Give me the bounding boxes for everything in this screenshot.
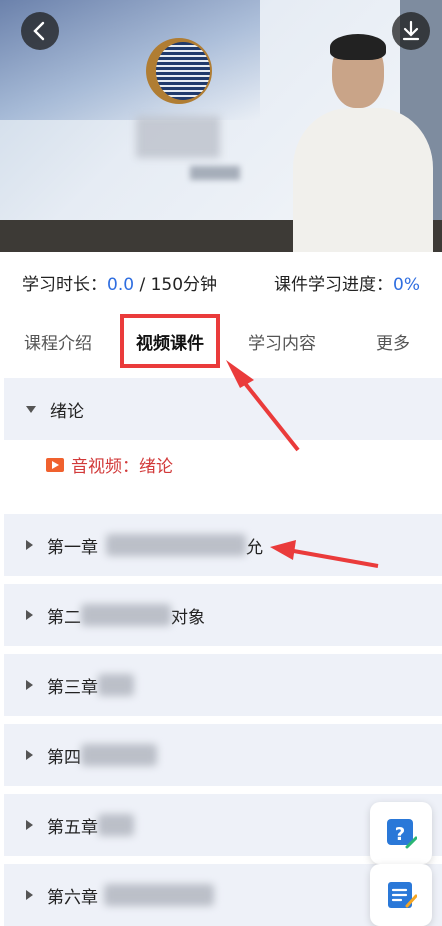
svg-text:?: ? [395, 824, 405, 845]
caret-right-icon [26, 540, 33, 550]
notes-icon [388, 882, 417, 908]
download-button[interactable] [392, 12, 430, 50]
redacted-text [106, 534, 246, 556]
tab-study-content[interactable]: 学习内容 [248, 316, 316, 372]
download-icon [402, 20, 420, 41]
section-chapter-3[interactable]: 第三章 [4, 654, 442, 716]
caret-right-icon [26, 680, 33, 690]
redacted-text [81, 744, 157, 766]
lecturer [285, 34, 442, 252]
ask-question-button[interactable]: ? [370, 802, 432, 864]
section-chapter-2[interactable]: 第二 对象 [4, 584, 442, 646]
study-stats: 学习时长：0.0 / 150分钟 课件学习进度：0% [0, 252, 442, 312]
tab-more[interactable]: 更多 [376, 316, 410, 372]
redacted-text [104, 884, 214, 906]
notes-button[interactable] [370, 864, 432, 926]
study-time: 学习时长：0.0 / 150分钟 [22, 274, 218, 295]
section-intro[interactable]: 绪论 [4, 378, 442, 440]
video-icon [46, 457, 64, 472]
back-button[interactable] [21, 12, 59, 50]
section-chapter-4[interactable]: 第四 [4, 724, 442, 786]
redacted-text [98, 674, 134, 696]
caret-right-icon [26, 820, 33, 830]
caret-right-icon [26, 610, 33, 620]
chevron-left-icon [33, 21, 45, 41]
section-chapter-1[interactable]: 第一章 允 [4, 514, 442, 576]
caret-right-icon [26, 750, 33, 760]
video-player[interactable] [0, 0, 442, 252]
tab-bar: 课程介绍 视频课件 学习内容 更多 [0, 316, 442, 372]
question-icon: ? [387, 819, 417, 849]
courseware-progress: 课件学习进度：0% [274, 274, 420, 295]
redacted-text [81, 604, 171, 626]
tab-course-intro[interactable]: 课程介绍 [24, 316, 92, 372]
caret-right-icon [26, 890, 33, 900]
caret-down-icon [26, 405, 36, 413]
annotation-box [120, 314, 220, 368]
redacted-text [98, 814, 134, 836]
lesson-item[interactable]: 音视频：绪论 [46, 452, 173, 477]
